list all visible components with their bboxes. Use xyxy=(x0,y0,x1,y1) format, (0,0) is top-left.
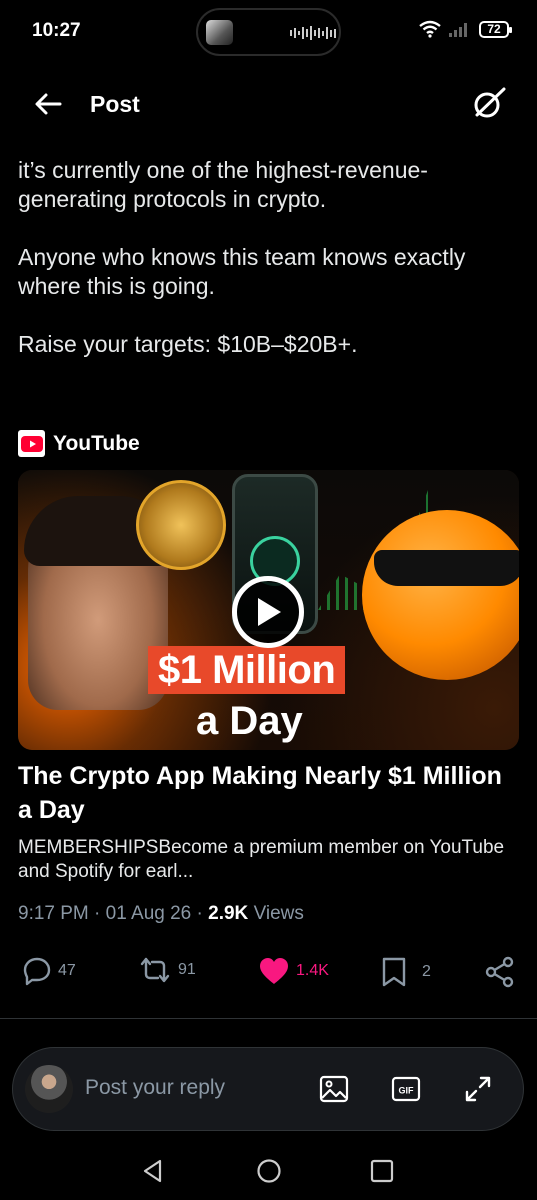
page-title: Post xyxy=(90,91,140,117)
reply-count: 47 xyxy=(58,962,76,979)
like-count: 1.4K xyxy=(296,962,329,979)
play-icon[interactable] xyxy=(232,576,304,648)
battery-indicator: 72 xyxy=(479,20,512,38)
post-paragraph: Raise your targets: $10B–$20B+. xyxy=(18,331,358,357)
nav-back-icon[interactable] xyxy=(140,1158,166,1184)
video-thumbnail[interactable]: $1 Million a Day xyxy=(18,470,519,750)
link-source-label: YouTube xyxy=(53,431,140,455)
thumbnail-subtext: a Day xyxy=(196,699,303,743)
media-thumbnail xyxy=(206,20,233,45)
post-paragraph: it’s currently one of the highest-revenu… xyxy=(18,157,428,212)
card-description: MEMBERSHIPSBecome a premium member on Yo… xyxy=(18,837,505,882)
card-title[interactable]: The Crypto App Making Nearly $1 Million … xyxy=(18,759,518,827)
bookmark-count: 2 xyxy=(422,963,431,980)
audio-wave-icon xyxy=(290,26,336,40)
nav-recents-icon[interactable] xyxy=(369,1158,395,1184)
repost-button[interactable]: 91 xyxy=(138,956,196,984)
link-source[interactable]: YouTube xyxy=(18,430,140,457)
bookmark-button[interactable]: 2 xyxy=(380,956,431,988)
repost-icon xyxy=(140,957,170,983)
thumbnail-emoji xyxy=(362,510,519,680)
youtube-icon xyxy=(18,430,45,457)
grok-icon[interactable] xyxy=(471,85,507,121)
thumbnail-banner: $1 Million xyxy=(148,646,346,694)
share-icon xyxy=(485,956,514,988)
wifi-icon xyxy=(419,20,441,38)
back-arrow-icon[interactable] xyxy=(32,88,64,120)
divider xyxy=(0,1018,537,1019)
reply-button[interactable]: 47 xyxy=(22,956,76,986)
post-time: 9:17 PM xyxy=(18,903,89,924)
like-button[interactable]: 1.4K xyxy=(258,956,329,986)
share-button[interactable] xyxy=(484,956,516,988)
reply-icon xyxy=(23,957,51,986)
dynamic-island xyxy=(196,8,341,56)
reply-input[interactable]: Post your reply xyxy=(85,1076,225,1100)
status-time: 10:27 xyxy=(32,20,81,41)
system-nav-bar xyxy=(0,1140,537,1200)
status-bar: 10:27 72 xyxy=(0,0,537,64)
post-body: it’s currently one of the highest-revenu… xyxy=(18,156,518,359)
heart-icon xyxy=(260,958,288,984)
svg-text:GIF: GIF xyxy=(399,1086,415,1096)
gif-icon[interactable]: GIF xyxy=(391,1074,421,1104)
post-actions: 47 91 1.4K 2 xyxy=(18,952,519,996)
avatar[interactable] xyxy=(25,1065,73,1113)
views-label: Views xyxy=(253,903,304,924)
top-app-bar: Post xyxy=(0,70,537,140)
image-icon[interactable] xyxy=(319,1074,349,1104)
expand-icon[interactable] xyxy=(463,1074,493,1104)
reply-composer[interactable]: Post your reply GIF xyxy=(12,1047,524,1131)
status-icons: 72 xyxy=(419,20,512,38)
repost-count: 91 xyxy=(178,961,196,978)
nav-home-icon[interactable] xyxy=(256,1158,282,1184)
post-paragraph: Anyone who knows this team knows exactly… xyxy=(18,244,466,299)
post-meta: 9:17 PM · 01 Aug 26 · 2.9K Views xyxy=(18,903,304,924)
post-date: 01 Aug 26 xyxy=(105,903,192,924)
views-count: 2.9K xyxy=(208,903,249,924)
signal-icon xyxy=(449,23,467,37)
bookmark-icon xyxy=(382,957,406,987)
thumbnail-coin xyxy=(136,480,226,570)
